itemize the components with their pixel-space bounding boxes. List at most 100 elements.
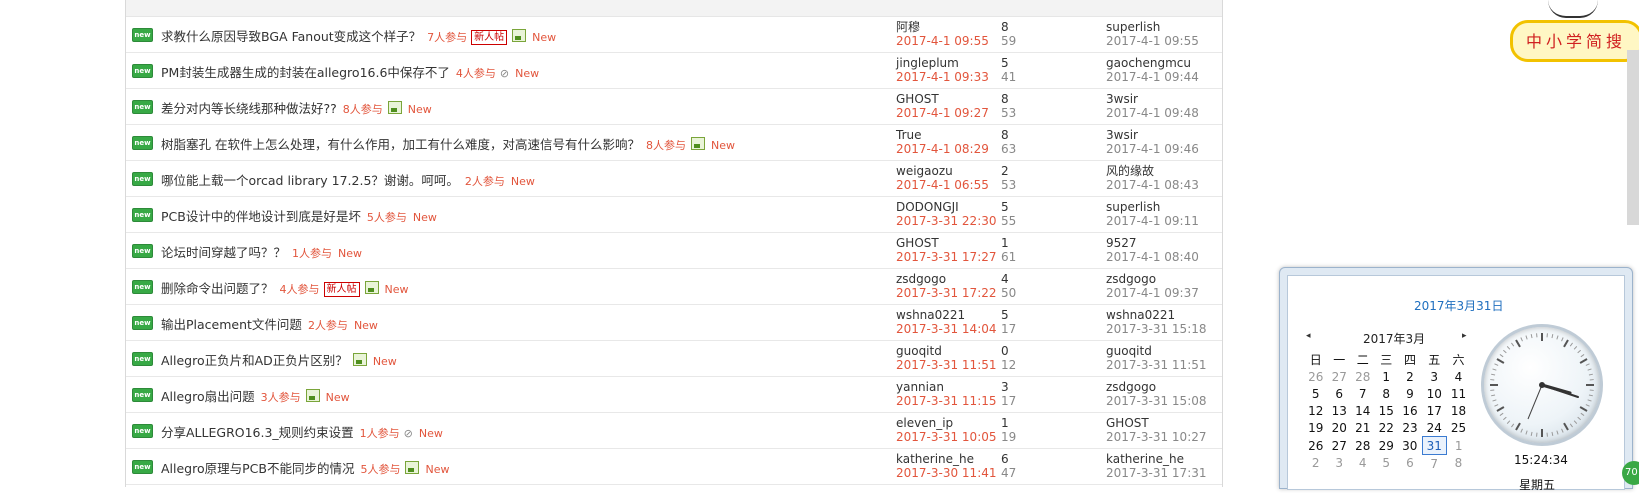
- author-link[interactable]: weigaozu: [896, 164, 989, 178]
- calendar-day[interactable]: 14: [1351, 402, 1375, 419]
- last-post-date[interactable]: 2017-4-1 09:44: [1106, 70, 1199, 84]
- calendar-day[interactable]: 27: [1328, 437, 1352, 455]
- author-link[interactable]: wshna0221: [896, 308, 997, 322]
- last-poster-link[interactable]: katherine_he: [1106, 452, 1207, 466]
- calendar-day[interactable]: 6: [1398, 455, 1422, 473]
- thread-title-link[interactable]: PM封装生成器生成的封装在allegro16.6中保存不了: [161, 65, 450, 80]
- calendar-day[interactable]: 19: [1304, 419, 1328, 437]
- author-link[interactable]: True: [896, 128, 989, 142]
- calendar-day[interactable]: 11: [1447, 385, 1471, 402]
- calendar-day[interactable]: 22: [1375, 419, 1399, 437]
- thread-title-link[interactable]: Allegro原理与PCB不能同步的情况: [161, 461, 354, 476]
- notification-badge[interactable]: 70: [1622, 461, 1639, 485]
- thread-title-link[interactable]: PCB设计中的伴地设计到底是好是坏: [161, 209, 361, 224]
- calendar-day[interactable]: 4: [1447, 368, 1471, 385]
- last-poster-link[interactable]: superlish: [1106, 200, 1199, 214]
- calendar-day[interactable]: 6: [1328, 385, 1352, 402]
- calendar-day[interactable]: 28: [1351, 437, 1375, 455]
- last-post-date[interactable]: 2017-4-1 09:48: [1106, 106, 1199, 120]
- calendar-day[interactable]: 25: [1447, 419, 1471, 437]
- current-date-link[interactable]: 2017年3月31日: [1414, 297, 1503, 314]
- last-poster-link[interactable]: GHOST: [1106, 416, 1207, 430]
- last-post-date[interactable]: 2017-3-31 17:31: [1106, 466, 1207, 480]
- author-link[interactable]: 阿穆: [896, 20, 989, 34]
- last-post-date[interactable]: 2017-4-1 09:11: [1106, 214, 1199, 228]
- calendar-day[interactable]: 21: [1351, 419, 1375, 437]
- thread-title-link[interactable]: Allegro扇出问题: [161, 389, 255, 404]
- last-poster-link[interactable]: gaochengmcu: [1106, 56, 1199, 70]
- calendar-day[interactable]: 7: [1351, 385, 1375, 402]
- calendar-day[interactable]: 12: [1304, 402, 1328, 419]
- calendar-day[interactable]: 4: [1351, 455, 1375, 473]
- last-post-date[interactable]: 2017-4-1 09:46: [1106, 142, 1199, 156]
- calendar-day[interactable]: 9: [1398, 385, 1422, 402]
- calendar-day[interactable]: 23: [1398, 419, 1422, 437]
- last-post-date[interactable]: 2017-3-31 15:18: [1106, 322, 1207, 336]
- thread-title-link[interactable]: 输出Placement文件问题: [161, 317, 302, 332]
- calendar-day[interactable]: 1: [1375, 368, 1399, 385]
- last-post-date[interactable]: 2017-3-31 10:27: [1106, 430, 1207, 444]
- author-link[interactable]: jingleplum: [896, 56, 989, 70]
- last-poster-link[interactable]: zsdgogo: [1106, 272, 1199, 286]
- last-post-date[interactable]: 2017-4-1 08:40: [1106, 250, 1199, 264]
- calendar-day[interactable]: 8: [1375, 385, 1399, 402]
- author-link[interactable]: zsdgogo: [896, 272, 997, 286]
- thread-title-link[interactable]: Allegro正负片和AD正负片区别？: [161, 353, 348, 368]
- calendar-day[interactable]: 7: [1422, 455, 1447, 473]
- calendar-day[interactable]: 5: [1375, 455, 1399, 473]
- last-poster-link[interactable]: 风的缘故: [1106, 164, 1199, 178]
- calendar-day[interactable]: 8: [1447, 455, 1471, 473]
- thread-title-link[interactable]: 论坛时间穿越了吗？？: [161, 245, 286, 260]
- calendar-day[interactable]: 26: [1304, 368, 1328, 385]
- calendar-day[interactable]: 3: [1328, 455, 1352, 473]
- last-poster-link[interactable]: zsdgogo: [1106, 380, 1207, 394]
- last-poster-link[interactable]: 3wsir: [1106, 92, 1199, 106]
- calendar-day[interactable]: 28: [1351, 368, 1375, 385]
- calendar-day[interactable]: 2: [1398, 368, 1422, 385]
- author-link[interactable]: GHOST: [896, 92, 989, 106]
- thread-title-link[interactable]: 分享ALLEGRO16.3_规则约束设置: [161, 425, 354, 440]
- search-badge[interactable]: 中小学简搜: [1508, 0, 1639, 60]
- last-post-date[interactable]: 2017-4-1 08:43: [1106, 178, 1199, 192]
- thread-title-link[interactable]: 求教什么原因导致BGA Fanout变成这个样子？: [161, 29, 421, 44]
- author-link[interactable]: DODONGJI: [896, 200, 997, 214]
- calendar-day-today[interactable]: 31: [1422, 437, 1447, 455]
- last-poster-link[interactable]: wshna0221: [1106, 308, 1207, 322]
- last-post-date[interactable]: 2017-4-1 09:55: [1106, 34, 1199, 48]
- calendar-day[interactable]: 26: [1304, 437, 1328, 455]
- next-month-button[interactable]: ▸: [1462, 331, 1467, 341]
- calendar-day[interactable]: 13: [1328, 402, 1352, 419]
- prev-month-button[interactable]: ◂: [1306, 331, 1311, 341]
- thread-title-link[interactable]: 删除命令出问题了？: [161, 281, 274, 296]
- last-post-date[interactable]: 2017-4-1 09:37: [1106, 286, 1199, 300]
- calendar-day[interactable]: 10: [1422, 385, 1447, 402]
- last-poster-link[interactable]: 3wsir: [1106, 128, 1199, 142]
- last-poster-link[interactable]: guoqitd: [1106, 344, 1207, 358]
- calendar-day[interactable]: 5: [1304, 385, 1328, 402]
- last-poster-link[interactable]: 9527: [1106, 236, 1199, 250]
- calendar-day[interactable]: 18: [1447, 402, 1471, 419]
- calendar-day[interactable]: 16: [1398, 402, 1422, 419]
- author-link[interactable]: guoqitd: [896, 344, 997, 358]
- author-link[interactable]: katherine_he: [896, 452, 997, 466]
- last-poster-link[interactable]: superlish: [1106, 20, 1199, 34]
- last-post-date[interactable]: 2017-3-31 11:51: [1106, 358, 1207, 372]
- calendar-day[interactable]: 3: [1422, 368, 1447, 385]
- thread-title-link[interactable]: 差分对内等长绕线那种做法好??: [161, 101, 337, 116]
- calendar-day[interactable]: 30: [1398, 437, 1422, 455]
- calendar-day[interactable]: 20: [1328, 419, 1352, 437]
- calendar-day[interactable]: 17: [1422, 402, 1447, 419]
- calendar-day[interactable]: 15: [1375, 402, 1399, 419]
- author-link[interactable]: GHOST: [896, 236, 997, 250]
- calendar-day[interactable]: 24: [1422, 419, 1447, 437]
- calendar-day[interactable]: 1: [1447, 437, 1471, 455]
- last-post-date[interactable]: 2017-3-31 15:08: [1106, 394, 1207, 408]
- calendar-day[interactable]: 27: [1328, 368, 1352, 385]
- month-label[interactable]: 2017年3月: [1363, 330, 1425, 347]
- thread-title-link[interactable]: 树脂塞孔 在软件上怎么处理，有什么作用，加工有什么难度，对高速信号有什么影响？: [161, 137, 640, 152]
- calendar-day[interactable]: 29: [1375, 437, 1399, 455]
- thread-title-link[interactable]: 哪位能上载一个orcad library 17.2.5？谢谢。呵呵。: [161, 173, 459, 188]
- calendar-day[interactable]: 2: [1304, 455, 1328, 473]
- author-link[interactable]: eleven_ip: [896, 416, 997, 430]
- page-scrollbar[interactable]: [1627, 50, 1639, 225]
